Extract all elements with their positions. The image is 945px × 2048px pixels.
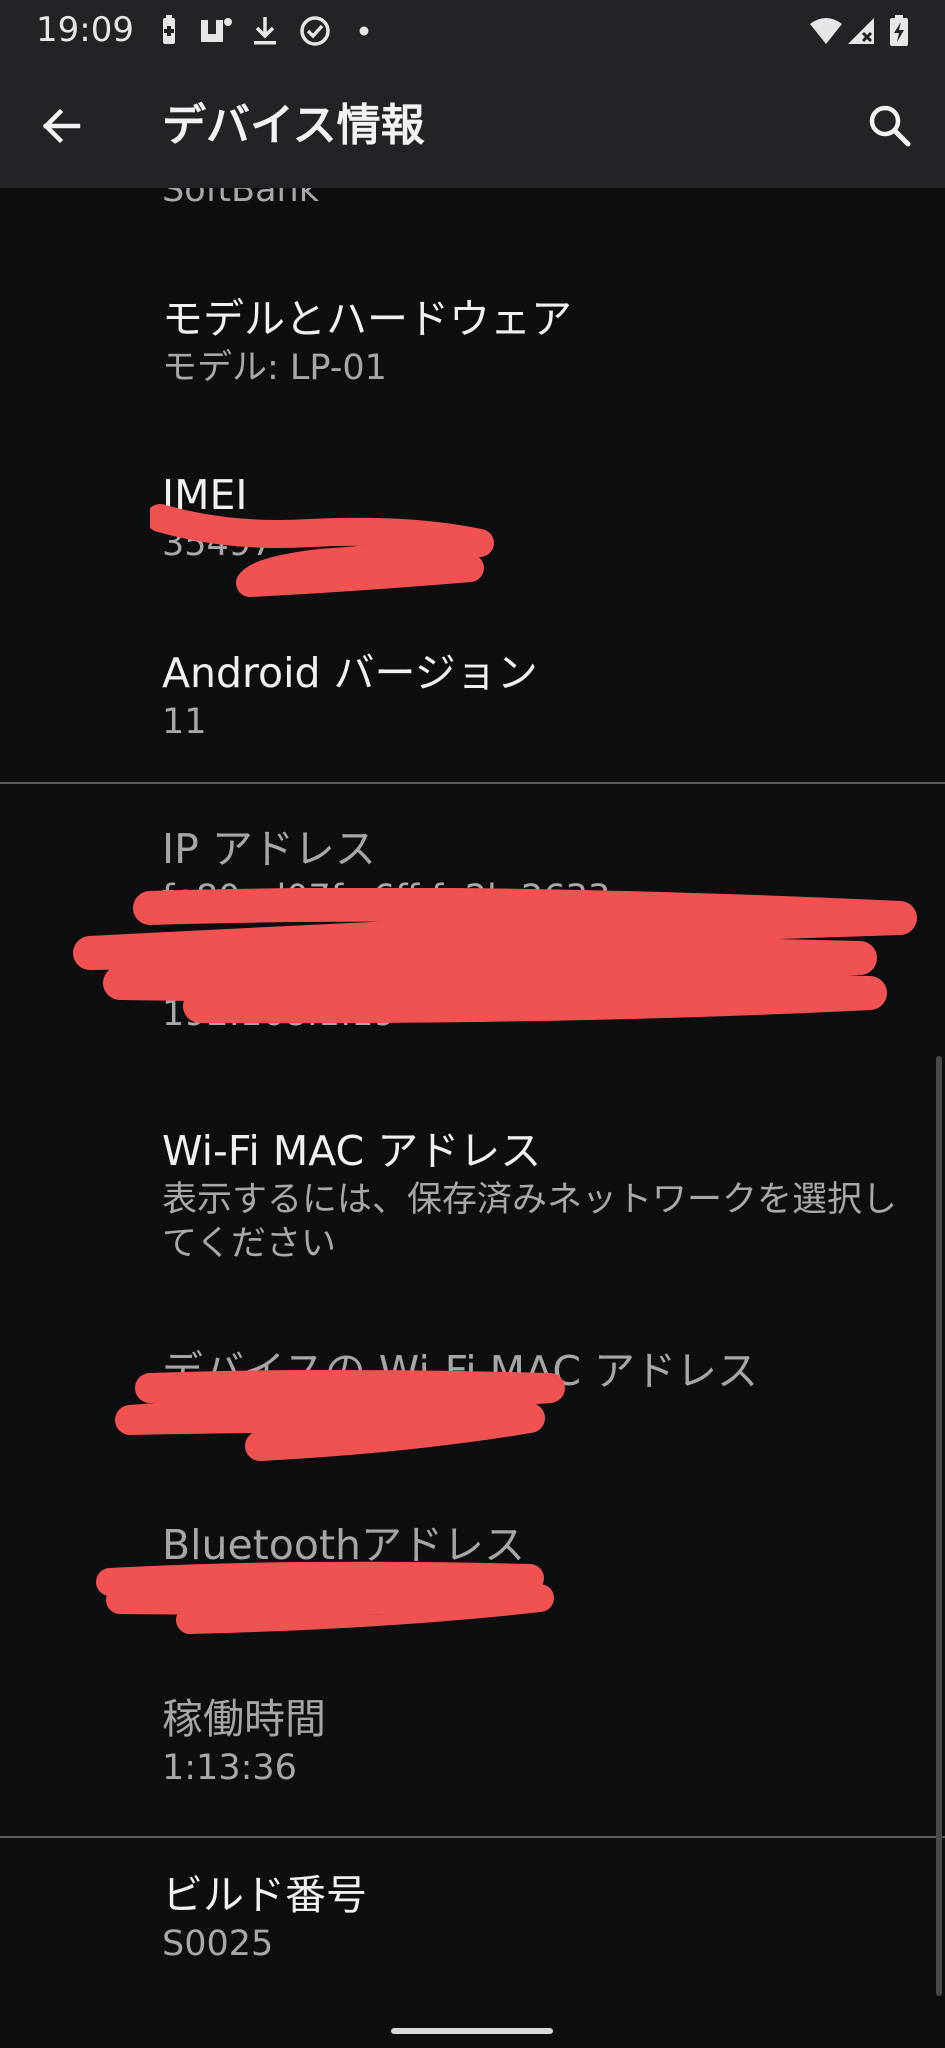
notification-dot-icon [359,26,369,36]
build-number-title: ビルド番号 [162,1871,367,1919]
wifi-mac-value: 表示するには、保存済みネットワークを選択してください [162,1180,898,1264]
redaction-mark [96,1561,554,1634]
redaction-mark [73,888,917,1024]
carrier-item: SoftBank [162,188,902,212]
scrollbar[interactable] [936,1056,942,1996]
ip-address-title: IP アドレス [162,825,376,873]
mi-app-icon [201,18,232,42]
build-number-item[interactable]: ビルド番号 S0025 [162,1868,902,1966]
wifi-icon [810,18,842,44]
divider [0,1836,945,1838]
build-number-value: S0025 [162,1924,274,1964]
settings-list[interactable]: SoftBank モデルとハードウェア モデル: LP-01 IMEI 3549… [0,188,945,2048]
download-icon [254,17,276,45]
uptime-value: 1:13:36 [162,1748,297,1788]
divider [0,782,945,784]
model-hardware-item[interactable]: モデルとハードウェア モデル: LP-01 [162,292,902,390]
model-value: モデル: LP-01 [162,348,387,388]
android-version-item[interactable]: Android バージョン 11 [162,646,902,744]
redaction-mark [115,1370,565,1461]
uptime-item: 稼働時間 1:13:36 [162,1692,902,1790]
app-bar: デバイス情報 [0,64,945,188]
uptime-title: 稼働時間 [162,1695,326,1743]
android-version-value: 11 [162,702,207,742]
battery-saver-icon [163,15,175,44]
search-icon[interactable] [858,94,922,158]
wifi-mac-item[interactable]: Wi-Fi MAC アドレス 表示するには、保存済みネットワークを選択してくださ… [162,1124,902,1266]
back-arrow-icon[interactable] [30,94,94,158]
redaction-mark [150,504,494,597]
verified-check-icon [300,16,330,46]
model-hardware-title: モデルとハードウェア [162,295,572,343]
battery-charging-icon [890,15,908,46]
carrier-value: SoftBank [162,188,319,210]
home-indicator[interactable] [391,2028,553,2034]
status-bar: 19:09 [0,0,945,64]
page-title: デバイス情報 [162,100,425,151]
signal-icon [848,18,874,44]
wifi-mac-title: Wi-Fi MAC アドレス [162,1127,542,1175]
android-version-title: Android バージョン [162,649,538,697]
status-time: 19:09 [36,10,134,50]
